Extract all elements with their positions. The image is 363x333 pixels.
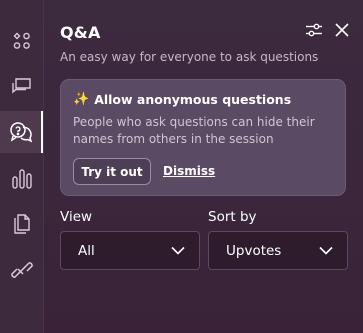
page-subtitle: An easy way for everyone to ask question… bbox=[60, 50, 319, 64]
files-icon bbox=[12, 213, 32, 235]
settings-sliders-button[interactable] bbox=[304, 22, 324, 42]
close-icon bbox=[334, 22, 350, 42]
view-label: View bbox=[60, 209, 93, 225]
card-description: People who ask questions can hide their … bbox=[73, 115, 315, 146]
sidebar-item-files[interactable] bbox=[0, 203, 43, 245]
sidebar-item-chat[interactable] bbox=[0, 65, 43, 107]
chevron-down-icon bbox=[319, 243, 333, 259]
sliders-icon bbox=[305, 22, 323, 42]
sort-select-value: Upvotes bbox=[226, 242, 282, 259]
qa-icon bbox=[9, 121, 33, 143]
link-icon bbox=[10, 259, 33, 281]
view-select[interactable]: All bbox=[60, 231, 200, 270]
anonymous-questions-card: ✨ Allow anonymous questions People who a… bbox=[60, 79, 346, 196]
page-title: Q&A bbox=[60, 23, 101, 42]
poll-chart-icon bbox=[11, 168, 33, 190]
sidebar-item-link[interactable] bbox=[0, 249, 43, 291]
sidebar-rail bbox=[0, 0, 44, 333]
qa-panel: Q&A An easy way for everyone to ask ques… bbox=[44, 0, 363, 333]
sidebar-item-polls[interactable] bbox=[0, 158, 43, 200]
close-button[interactable] bbox=[332, 22, 352, 42]
apps-grid-icon bbox=[12, 31, 32, 51]
sidebar-item-qa[interactable] bbox=[0, 111, 43, 153]
sort-select[interactable]: Upvotes bbox=[208, 231, 348, 270]
try-it-out-button[interactable]: Try it out bbox=[73, 158, 151, 185]
sidebar-item-apps[interactable] bbox=[0, 20, 43, 62]
sparkle-icon: ✨ bbox=[73, 92, 90, 107]
view-select-value: All bbox=[78, 242, 95, 259]
dismiss-link[interactable]: Dismiss bbox=[163, 164, 215, 178]
chat-icon bbox=[11, 76, 33, 96]
card-title-text: Allow anonymous questions bbox=[94, 92, 292, 107]
sort-label: Sort by bbox=[208, 209, 257, 225]
card-title: ✨ Allow anonymous questions bbox=[73, 92, 291, 107]
chevron-down-icon bbox=[171, 243, 185, 259]
